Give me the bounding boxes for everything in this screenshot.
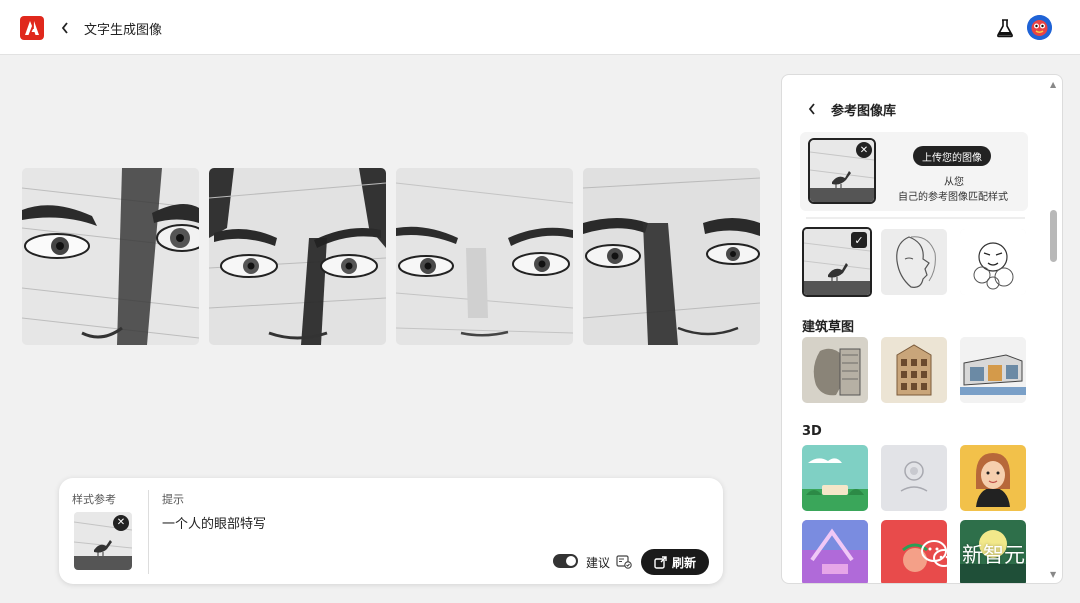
adobe-logo-icon[interactable]	[20, 16, 44, 40]
watermark-text: 新智元	[962, 543, 1025, 567]
refresh-label: 刷新	[671, 555, 696, 570]
upload-hint-line-1: 从您	[944, 177, 964, 188]
prompt-bar: 样式参考 ✕ 提示 一个人的眼部特写 建议 刷新	[59, 478, 723, 584]
close-icon: ✕	[116, 517, 126, 528]
back-button[interactable]	[56, 17, 74, 39]
gallery-separator	[806, 217, 1025, 219]
panel-title: 参考图像库	[831, 104, 897, 119]
selected-checkmark-icon: ✓	[851, 232, 867, 248]
prompt-label: 提示	[162, 493, 184, 506]
watermark: 新智元	[920, 535, 1050, 573]
section-3d-label: 3D	[802, 424, 822, 439]
gallery-item-architecture-3[interactable]	[960, 337, 1026, 403]
upload-image-button[interactable]: 上传您的图像	[913, 146, 991, 166]
suggestions-toggle[interactable]	[553, 554, 578, 568]
generated-image-4[interactable]	[583, 168, 760, 345]
upload-hint-line-2: 自己的参考图像匹配样式	[898, 192, 1008, 203]
refresh-icon	[654, 555, 667, 569]
reference-gallery-panel: 参考图像库 ✕ 上传您的图像 从您 自己的参考图像匹配样式 ✓ 建筑草图 3D	[781, 74, 1063, 584]
panel-back-button[interactable]	[808, 100, 820, 115]
divider	[148, 490, 149, 574]
section-architecture-label: 建筑草图	[802, 320, 855, 335]
wechat-icon	[921, 540, 955, 567]
chevron-left-icon	[808, 103, 815, 115]
generated-image-3[interactable]	[396, 168, 573, 345]
gallery-item-3d-4[interactable]	[802, 520, 868, 583]
style-reference-label: 样式参考	[72, 493, 116, 506]
scroll-up-arrow-icon[interactable]: ▲	[1050, 80, 1056, 89]
gallery-item-3d-2[interactable]	[881, 445, 947, 511]
panel-scrollbar-thumb[interactable]	[1050, 210, 1057, 262]
chevron-left-icon	[61, 22, 68, 34]
gallery-item-architecture-2[interactable]	[881, 337, 947, 403]
content-credentials-icon[interactable]	[616, 554, 632, 569]
flask-icon[interactable]	[996, 18, 1014, 38]
suggestions-label: 建议	[586, 556, 611, 570]
generated-image-2[interactable]	[209, 168, 386, 345]
scroll-down-arrow-icon[interactable]: ▼	[1050, 570, 1056, 579]
prompt-input[interactable]: 一个人的眼部特写	[162, 513, 582, 532]
remove-style-reference-button[interactable]: ✕	[113, 515, 129, 531]
gallery-item-architecture-1[interactable]	[802, 337, 868, 403]
avatar[interactable]	[1027, 15, 1052, 40]
generated-image-1[interactable]	[22, 168, 199, 345]
upload-reference-box: ✕ 上传您的图像 从您 自己的参考图像匹配样式	[800, 132, 1028, 211]
gallery-item-3d-1[interactable]	[802, 445, 868, 511]
top-bar: 文字生成图像	[0, 0, 1080, 55]
page-title: 文字生成图像	[84, 23, 163, 38]
refresh-button[interactable]: 刷新	[641, 549, 709, 575]
close-icon: ✕	[859, 144, 869, 156]
remove-uploaded-reference-button[interactable]: ✕	[856, 142, 872, 158]
gallery-item-tiger-flowers[interactable]	[960, 229, 1026, 295]
gallery-item-face-sketch[interactable]	[881, 229, 947, 295]
gallery-item-3d-3[interactable]	[960, 445, 1026, 511]
